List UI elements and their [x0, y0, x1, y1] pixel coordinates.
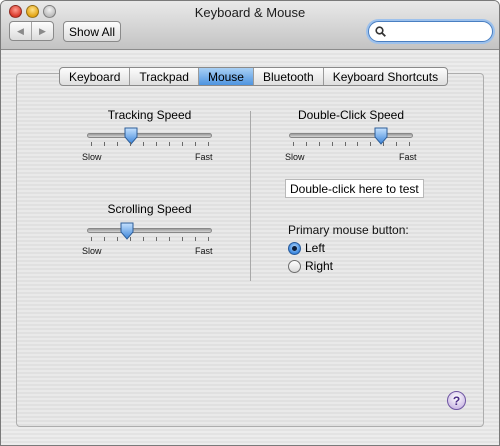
column-divider [250, 111, 251, 281]
slider-thumb[interactable] [374, 127, 388, 145]
tracking-speed-slider[interactable] [87, 127, 212, 151]
slider-tick [357, 142, 358, 146]
slider-tick [91, 142, 92, 146]
back-button[interactable]: ◀ [10, 22, 31, 40]
window-title: Keyboard & Mouse [194, 5, 306, 20]
tab-keyboard-shortcuts[interactable]: Keyboard Shortcuts [322, 68, 447, 85]
slider-tick [156, 237, 157, 241]
slider-tick [117, 237, 118, 241]
search-input[interactable] [389, 24, 487, 39]
slider-tick [319, 142, 320, 146]
double-click-slow-label: Slow [285, 152, 305, 162]
slider-tick [195, 142, 196, 146]
slider-track [289, 133, 413, 138]
slider-tick [293, 142, 294, 146]
forward-button[interactable]: ▶ [31, 22, 53, 40]
scrolling-slow-label: Slow [82, 246, 102, 256]
search-icon [375, 26, 386, 37]
tab-mouse[interactable]: Mouse [197, 68, 253, 85]
slider-track [87, 228, 212, 233]
show-all-button[interactable]: Show All [63, 21, 121, 42]
help-button[interactable]: ? [447, 391, 466, 410]
slider-tick [208, 237, 209, 241]
slider-tick [195, 237, 196, 241]
double-click-fast-label: Fast [399, 152, 417, 162]
slider-tick [169, 142, 170, 146]
primary-button-left-option[interactable]: Left [288, 241, 325, 255]
search-field[interactable] [368, 21, 493, 42]
slider-tick [409, 142, 410, 146]
right-arrow-icon: ▶ [39, 25, 46, 36]
slider-tick [370, 142, 371, 146]
radio-left[interactable] [288, 241, 301, 255]
slider-tick [91, 237, 92, 241]
primary-button-right-option[interactable]: Right [288, 259, 333, 273]
scrolling-fast-label: Fast [195, 246, 213, 256]
double-click-speed-slider[interactable] [289, 127, 413, 151]
slider-tick [130, 237, 131, 241]
tracking-slow-label: Slow [82, 152, 102, 162]
slider-tick [130, 142, 131, 146]
slider-tick [156, 142, 157, 146]
scrolling-speed-slider[interactable] [87, 222, 212, 246]
radio-right-label: Right [305, 259, 334, 273]
tab-bluetooth[interactable]: Bluetooth [252, 68, 323, 85]
slider-tick [143, 237, 144, 241]
slider-track [87, 133, 212, 138]
slider-tick [143, 142, 144, 146]
slider-tick [396, 142, 397, 146]
radio-left-label: Left [305, 241, 326, 255]
tab-bar: Keyboard Trackpad Mouse Bluetooth Keyboa… [59, 67, 449, 86]
primary-mouse-button-label: Primary mouse button: [288, 223, 409, 237]
scrolling-speed-label: Scrolling Speed [107, 202, 192, 216]
radio-right[interactable] [288, 259, 301, 273]
titlebar: Keyboard & Mouse ◀ ▶ Show All [1, 1, 499, 50]
left-arrow-icon: ◀ [17, 25, 24, 36]
slider-tick [169, 237, 170, 241]
slider-thumb[interactable] [120, 222, 134, 240]
back-forward-control: ◀ ▶ [9, 21, 54, 41]
slider-tick [383, 142, 384, 146]
double-click-speed-label: Double-Click Speed [297, 108, 405, 122]
tracking-speed-label: Tracking Speed [107, 108, 192, 122]
slider-tick [345, 142, 346, 146]
preferences-window: Keyboard & Mouse ◀ ▶ Show All Keyboard T… [0, 0, 500, 446]
slider-tick [117, 142, 118, 146]
slider-thumb[interactable] [124, 127, 138, 145]
slider-tick [182, 142, 183, 146]
tab-trackpad[interactable]: Trackpad [129, 68, 198, 85]
tracking-fast-label: Fast [195, 152, 213, 162]
slider-tick [104, 237, 105, 241]
slider-tick [104, 142, 105, 146]
double-click-test-area[interactable]: Double-click here to test [285, 179, 424, 198]
slider-tick [306, 142, 307, 146]
slider-tick [208, 142, 209, 146]
slider-tick [332, 142, 333, 146]
slider-tick [182, 237, 183, 241]
tab-keyboard[interactable]: Keyboard [60, 68, 129, 85]
